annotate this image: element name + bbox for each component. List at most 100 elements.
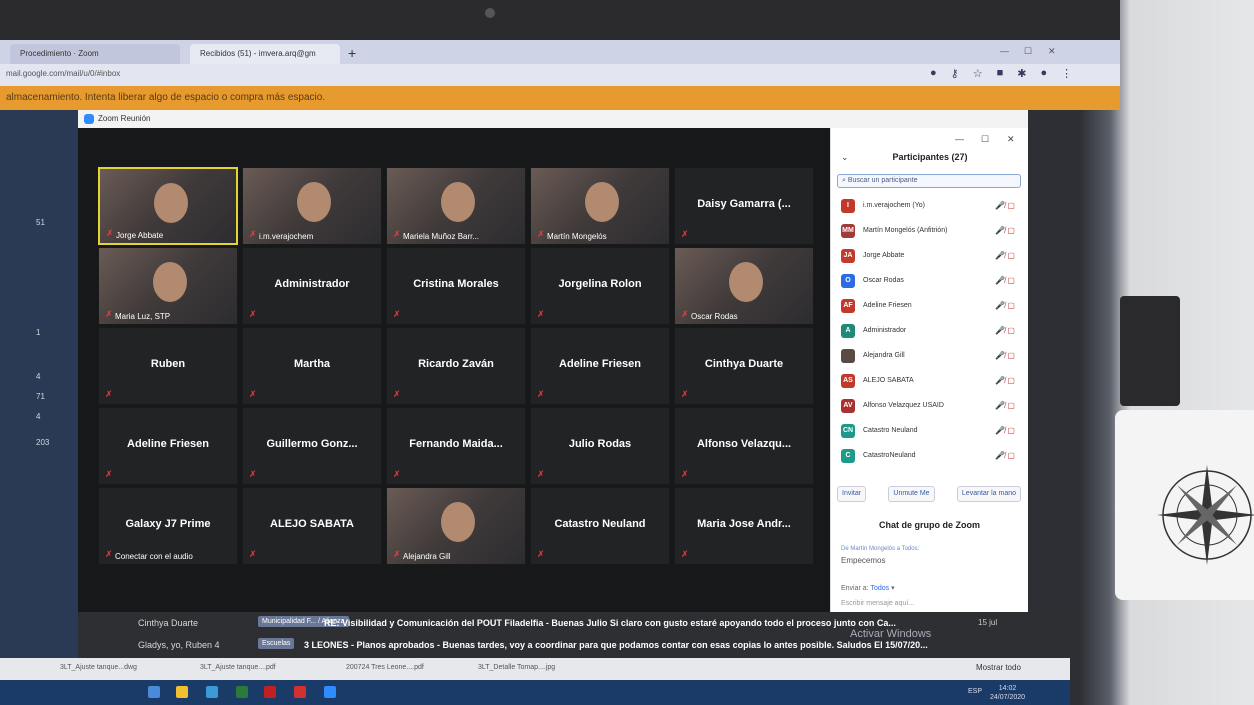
video-tile[interactable]: Guillermo Gonz... ✗ <box>242 407 382 485</box>
participant-name: Jorge Abbate <box>863 252 905 259</box>
popout-icon[interactable]: ☐ <box>981 134 989 145</box>
chrome-icon[interactable] <box>206 686 218 698</box>
participant-name: i.m.verajochem (Yo) <box>863 202 925 209</box>
location-icon[interactable]: ● <box>930 67 937 80</box>
autocad-icon[interactable] <box>264 686 276 698</box>
download-item[interactable]: 200724 Tres Leone....pdf <box>346 664 424 671</box>
participant-row[interactable]: Alejandra Gill 🎤̸ ▢ <box>837 344 1021 369</box>
tile-participant-name: Fernando Maida... <box>409 438 503 450</box>
download-item[interactable]: 3LT_Detalle Tomap....jpg <box>478 664 555 671</box>
participant-search-input[interactable]: ⌕ Buscar un participante <box>837 174 1021 188</box>
video-tile[interactable]: Catastro Neuland ✗ <box>530 487 670 565</box>
maximize-icon[interactable]: ☐ <box>1024 46 1032 57</box>
download-item[interactable]: 3LT_Ajuste tanque....pdf <box>200 664 276 671</box>
unmute-me-button[interactable]: Unmute Me <box>888 486 935 502</box>
video-tile[interactable]: Cinthya Duarte ✗ <box>674 327 814 405</box>
key-icon[interactable]: ⚷ <box>951 67 959 80</box>
avatar: AV <box>841 399 855 413</box>
puzzle-icon[interactable]: ✱ <box>1017 67 1026 80</box>
extension-icon[interactable]: ■ <box>997 67 1004 80</box>
participant-name: CatastroNeuland <box>863 452 916 459</box>
language-indicator[interactable]: ESP <box>968 688 982 695</box>
video-tile[interactable]: Alejandra Gill ✗ <box>386 487 526 565</box>
participant-row[interactable]: JA Jorge Abbate 🎤̸ ▢ <box>837 244 1021 269</box>
zoom-title-bar: Zoom Reunión <box>78 110 1028 128</box>
video-tile[interactable]: Galaxy J7 Prime Conectar con el audio ✗ <box>98 487 238 565</box>
tab-zoom[interactable]: Procedimiento · Zoom <box>10 44 180 64</box>
invite-button[interactable]: Invitar <box>837 486 867 502</box>
minimize-icon[interactable]: — <box>1000 46 1009 56</box>
clock[interactable]: 14:02 24/07/2020 <box>990 684 1025 702</box>
tile-participant-name: Julio Rodas <box>568 438 632 450</box>
new-tab-button[interactable]: + <box>348 44 356 62</box>
mail-sender: Cinthya Duarte <box>138 618 199 628</box>
video-tile[interactable]: Julio Rodas ✗ <box>530 407 670 485</box>
video-tile[interactable]: Martín Mongelós ✗ <box>530 167 670 245</box>
taskview-icon[interactable] <box>148 686 160 698</box>
menu-icon[interactable]: ⋮ <box>1061 67 1072 80</box>
participant-row[interactable]: Ii.m.verajochem (Yo) 🎤̸ ▢ <box>837 194 1021 219</box>
video-tile[interactable]: Administrador ✗ <box>242 247 382 325</box>
muted-mic-icon: ✗ <box>681 309 689 319</box>
tile-name-label: Maria Luz, STP <box>115 312 171 321</box>
raise-hand-button[interactable]: Levantar la mano <box>956 486 1021 502</box>
download-item[interactable]: 3LT_Ajuste tanque...dwg <box>60 664 137 671</box>
send-to-value[interactable]: Todos <box>870 585 889 592</box>
participant-list: Ii.m.verajochem (Yo) 🎤̸ ▢ MM Martín Mongeló… <box>837 194 1021 469</box>
participant-row[interactable]: AV Alfonso Velazquez USAID 🎤̸ ▢ <box>837 394 1021 419</box>
video-tile[interactable]: Daisy Gamarra (... ✗ <box>674 167 814 245</box>
close-icon[interactable]: ✕ <box>1007 134 1015 145</box>
video-tile[interactable]: Jorgelina Rolon ✗ <box>530 247 670 325</box>
participant-row[interactable]: MM Martín Mongelós (Anfitrión) 🎤̸ ▢ <box>837 219 1021 244</box>
video-tile[interactable]: Adeline Friesen ✗ <box>98 407 238 485</box>
video-tile[interactable]: Ruben ✗ <box>98 327 238 405</box>
label-count: 4 <box>36 372 41 381</box>
star-icon[interactable]: ☆ <box>973 67 983 80</box>
video-tile[interactable]: Mariela Muñoz Barr... ✗ <box>386 167 526 245</box>
video-tile[interactable]: Alfonso Velazqu... ✗ <box>674 407 814 485</box>
video-tile[interactable]: Maria Jose Andr... ✗ <box>674 487 814 565</box>
participant-row[interactable]: C CatastroNeuland 🎤̸ ▢ <box>837 444 1021 469</box>
show-all-downloads-button[interactable]: Mostrar todo <box>976 663 1021 672</box>
participant-name: Alfonso Velazquez USAID <box>863 402 944 409</box>
mail-subject: RE: Visibilidad y Comunicación del POUT … <box>324 618 896 628</box>
mic-camera-status-icon: 🎤̸ ▢ <box>995 301 1015 310</box>
chat-message-sender: De Martín Mongelós a Todos: <box>841 546 920 552</box>
acrobat-icon[interactable] <box>294 686 306 698</box>
monitor-bezel <box>0 0 1120 40</box>
zoom-icon[interactable] <box>324 686 336 698</box>
minimize-icon[interactable]: — <box>955 134 964 144</box>
participant-row[interactable]: O Oscar Rodas 🎤̸ ▢ <box>837 269 1021 294</box>
participant-video <box>153 262 187 302</box>
video-tile[interactable]: Oscar Rodas ✗ <box>674 247 814 325</box>
participant-name: Administrador <box>863 327 907 334</box>
video-tile[interactable]: ALEJO SABATA ✗ <box>242 487 382 565</box>
chat-recipient-select[interactable]: Enviar a: Todos ▾ <box>841 584 895 592</box>
tile-name-label: Oscar Rodas <box>691 312 738 321</box>
participant-row[interactable]: AS ALEJO SABATA 🎤̸ ▢ <box>837 369 1021 394</box>
tab-gmail[interactable]: Recibidos (51) - imvera.arq@gm <box>190 44 340 64</box>
video-tile[interactable]: Adeline Friesen ✗ <box>530 327 670 405</box>
video-tile[interactable]: Maria Luz, STP ✗ <box>98 247 238 325</box>
downloads-bar: 3LT_Ajuste tanque...dwg 3LT_Ajuste tanqu… <box>0 658 1070 680</box>
address-bar[interactable]: mail.google.com/mail/u/0/#inbox ● ⚷ ☆ ■ … <box>0 64 1120 86</box>
chat-input[interactable]: Escribir mensaje aquí... <box>841 600 914 607</box>
webcam <box>485 8 495 18</box>
close-icon[interactable]: ✕ <box>1048 46 1056 57</box>
video-tile[interactable]: Jorge Abbate ✗ <box>98 167 238 245</box>
explorer-icon[interactable] <box>176 686 188 698</box>
video-tile[interactable]: Ricardo Zaván ✗ <box>386 327 526 405</box>
video-tile[interactable]: Cristina Morales ✗ <box>386 247 526 325</box>
participant-row[interactable]: CN Catastro Neuland 🎤̸ ▢ <box>837 419 1021 444</box>
video-tile[interactable]: Fernando Maida... ✗ <box>386 407 526 485</box>
tile-name-label: i.m.verajochem <box>259 232 314 241</box>
participant-row[interactable]: AF Adeline Friesen 🎤̸ ▢ <box>837 294 1021 319</box>
url-text[interactable]: mail.google.com/mail/u/0/#inbox <box>6 69 120 78</box>
profile-icon[interactable]: ● <box>1040 67 1047 80</box>
tile-name-label: Mariela Muñoz Barr... <box>403 232 480 241</box>
video-tile[interactable]: Martha ✗ <box>242 327 382 405</box>
participant-name: ALEJO SABATA <box>863 377 914 384</box>
participant-row[interactable]: A Administrador 🎤̸ ▢ <box>837 319 1021 344</box>
excel-icon[interactable] <box>236 686 248 698</box>
video-tile[interactable]: i.m.verajochem ✗ <box>242 167 382 245</box>
